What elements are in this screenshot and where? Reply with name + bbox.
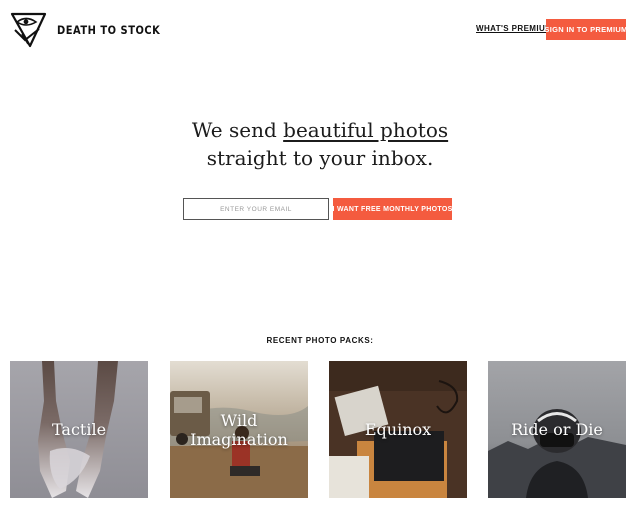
photo-pack-equinox[interactable]: Equinox [329,361,467,498]
brand-name: DEATH TO STOCK [57,23,161,37]
pack-title: Tactile [51,420,107,439]
pack-title: Equinox [364,420,432,439]
hero-headline: We send beautiful photos straight to you… [0,116,640,172]
photo-pack-tactile[interactable]: Tactile [10,361,148,498]
email-input[interactable] [183,198,329,220]
subscribe-button[interactable]: I WANT FREE MONTHLY PHOTOS [332,198,452,220]
hero-line-1: We send beautiful photos [0,116,640,144]
photo-pack-ride-or-die[interactable]: Ride or Die [488,361,626,498]
eye-triangle-logo-icon [10,12,47,48]
sign-in-premium-button[interactable]: SIGN IN TO PREMIUM [544,19,627,40]
photo-pack-wild-imagination[interactable]: Wild Imagination [170,361,308,498]
pack-title: Ride or Die [511,420,603,439]
hero-line-1-prefix: We send [191,118,284,142]
brand-logo[interactable]: DEATH TO STOCK [9,10,177,50]
hero-line-2: straight to your inbox. [206,146,434,170]
hero-highlight: beautiful photos [283,118,449,142]
pack-title: Wild Imagination [190,410,288,449]
recent-packs-heading: RECENT PHOTO PACKS: [266,336,374,345]
